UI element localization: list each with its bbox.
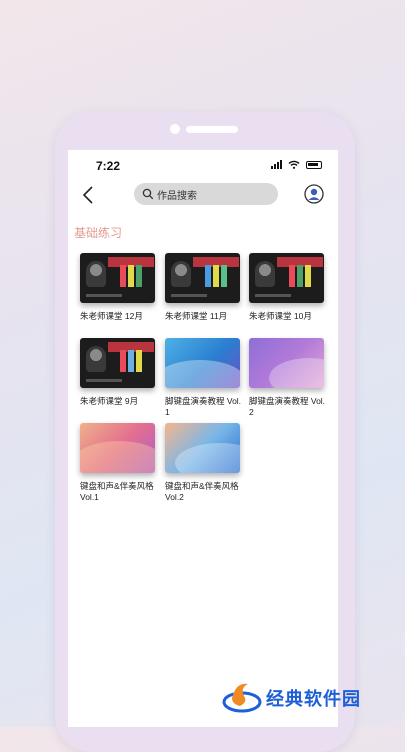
- wifi-icon: [288, 160, 300, 169]
- work-thumbnail: [165, 423, 240, 473]
- site-watermark: 经典软件园: [222, 676, 402, 720]
- speaker-slot: [186, 126, 238, 133]
- work-thumbnail: [80, 423, 155, 473]
- work-thumbnail: [249, 338, 324, 388]
- work-thumbnail: [165, 338, 240, 388]
- search-placeholder: 作品搜索: [157, 190, 197, 202]
- work-title: 脚键盘演奏教程 Vol.1: [165, 396, 242, 417]
- camera-icon: [170, 124, 180, 134]
- work-card[interactable]: 朱老师课堂 11月: [165, 253, 243, 322]
- work-title: 键盘和声&伴奏风格 Vol.1: [80, 481, 154, 502]
- work-title: 脚键盘演奏教程 Vol.2: [249, 396, 326, 417]
- status-time: 7:22: [96, 159, 121, 173]
- work-title: 朱老师课堂 9月: [80, 396, 139, 406]
- work-card[interactable]: 键盘和声&伴奏风格 Vol.1: [80, 423, 158, 503]
- work-title: 朱老师课堂 11月: [165, 311, 228, 321]
- status-icons: [271, 160, 322, 169]
- work-title: 键盘和声&伴奏风格 Vol.2: [165, 481, 239, 502]
- work-thumbnail: [80, 253, 155, 303]
- avatar-icon[interactable]: [304, 184, 324, 204]
- work-card[interactable]: 脚键盘演奏教程 Vol.2: [249, 338, 327, 418]
- work-thumbnail: [249, 253, 324, 303]
- work-card[interactable]: 脚键盘演奏教程 Vol.1: [165, 338, 243, 418]
- work-card[interactable]: 朱老师课堂 12月: [80, 253, 158, 322]
- signal-icon: [271, 160, 282, 169]
- watermark-text: 经典软件园: [266, 689, 361, 709]
- status-bar: 7:22: [68, 150, 338, 180]
- work-card[interactable]: 朱老师课堂 10月: [249, 253, 327, 322]
- work-title: 朱老师课堂 12月: [80, 311, 143, 321]
- work-thumbnail: [165, 253, 240, 303]
- work-card[interactable]: 朱老师课堂 9月: [80, 338, 158, 407]
- back-icon[interactable]: [80, 185, 98, 205]
- work-card[interactable]: 键盘和声&伴奏风格 Vol.2: [165, 423, 243, 503]
- app-screen: 7:22 作品搜索 基础练习 朱老师课堂 12月 朱老师课堂 11月 朱老师课堂…: [68, 150, 338, 727]
- work-thumbnail: [80, 338, 155, 388]
- battery-icon: [306, 160, 322, 169]
- watermark-logo-icon: [222, 683, 262, 713]
- search-icon: [142, 188, 154, 200]
- search-input[interactable]: 作品搜索: [134, 183, 278, 205]
- section-title: 基础练习: [74, 226, 123, 240]
- work-title: 朱老师课堂 10月: [249, 311, 312, 321]
- top-nav: 作品搜索: [68, 180, 338, 210]
